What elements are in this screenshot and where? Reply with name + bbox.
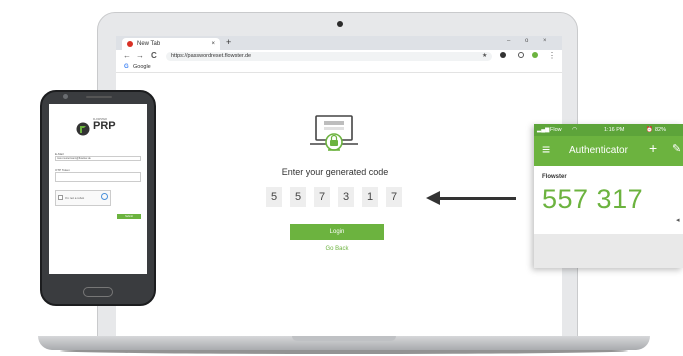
browser-menu-icon[interactable]: ⋮ (548, 51, 556, 60)
phone-camera-icon (63, 94, 68, 99)
otp-field[interactable] (55, 172, 141, 182)
status-time: 1:16 PM (604, 127, 625, 133)
profile-icon[interactable] (518, 52, 524, 58)
wifi-icon: ◠ (572, 127, 578, 133)
captcha-label: I'm not a robot (65, 196, 85, 200)
laptop-camera (337, 21, 343, 27)
reload-button[interactable]: C (151, 51, 157, 60)
tab-close-icon[interactable]: × (211, 38, 215, 50)
monitor-lock-icon (310, 115, 358, 151)
bookmarks-bar (116, 63, 562, 73)
signal-icon: ▂▄▆ (537, 127, 550, 133)
phone-screen: FLOWSTER PRP E-Mail max.mustermann@flows… (49, 104, 147, 274)
edit-icon[interactable]: ✎ (672, 142, 681, 155)
alarm-icon: ⏰ (646, 127, 653, 133)
code-digit[interactable]: 5 (290, 187, 306, 207)
prp-logo-icon (76, 122, 90, 136)
google-icon: G (124, 64, 129, 70)
arrow-shaft (438, 197, 516, 200)
code-digit[interactable]: 3 (338, 187, 354, 207)
authenticator-app: ▂▄▆ Flow ◠ 1:16 PM ⏰ 82% ≡ Authenticator… (534, 124, 683, 268)
extension-shield-icon[interactable] (532, 52, 538, 58)
go-back-link[interactable]: Go Back (290, 246, 384, 252)
extension-icon[interactable] (500, 52, 506, 58)
browser-tab[interactable]: New Tab × (122, 38, 220, 50)
code-digit[interactable]: 7 (314, 187, 330, 207)
arrow-left-icon (426, 191, 440, 205)
submit-button[interactable]: Submit (117, 214, 141, 219)
app-title: Authenticator (569, 145, 628, 156)
tab-title: New Tab (137, 41, 161, 47)
otp-code: 557 317 (542, 184, 644, 214)
new-tab-button[interactable]: + (226, 37, 231, 47)
bookmark-google[interactable]: Google (133, 64, 151, 70)
code-digit[interactable]: 1 (362, 187, 378, 207)
logo-text: PRP (93, 120, 116, 132)
minimize-button[interactable]: – (507, 38, 510, 44)
timer-icon: ◂ (676, 217, 680, 224)
address-bar[interactable]: https://passwordreset.flowster.de (166, 52, 492, 61)
browser-window: New Tab × + – o × ← → C https://password… (116, 36, 562, 336)
home-button[interactable] (83, 287, 113, 297)
recaptcha-icon (101, 193, 108, 200)
code-digit[interactable]: 7 (386, 187, 402, 207)
bookmark-star-icon[interactable]: ★ (482, 53, 488, 59)
close-window-button[interactable]: × (543, 38, 547, 44)
battery-level: 82% (655, 127, 667, 133)
back-button[interactable]: ← (123, 51, 131, 60)
forward-button[interactable]: → (136, 51, 144, 60)
login-button[interactable]: Login (290, 224, 384, 240)
phone-speaker (86, 96, 112, 98)
tab-favicon-icon (127, 41, 133, 47)
captcha-checkbox[interactable] (58, 195, 63, 200)
empty-list-area (534, 234, 683, 268)
maximize-button[interactable]: o (525, 38, 528, 44)
email-value: max.mustermann@flowster.de (57, 156, 91, 160)
code-prompt: Enter your generated code (281, 167, 389, 177)
code-digit[interactable]: 5 (266, 187, 282, 207)
add-account-icon[interactable]: + (649, 140, 657, 156)
laptop-notch (292, 336, 396, 341)
menu-icon[interactable]: ≡ (542, 142, 550, 156)
carrier-label: Flow (550, 127, 562, 133)
account-issuer: Flowster (542, 174, 567, 180)
